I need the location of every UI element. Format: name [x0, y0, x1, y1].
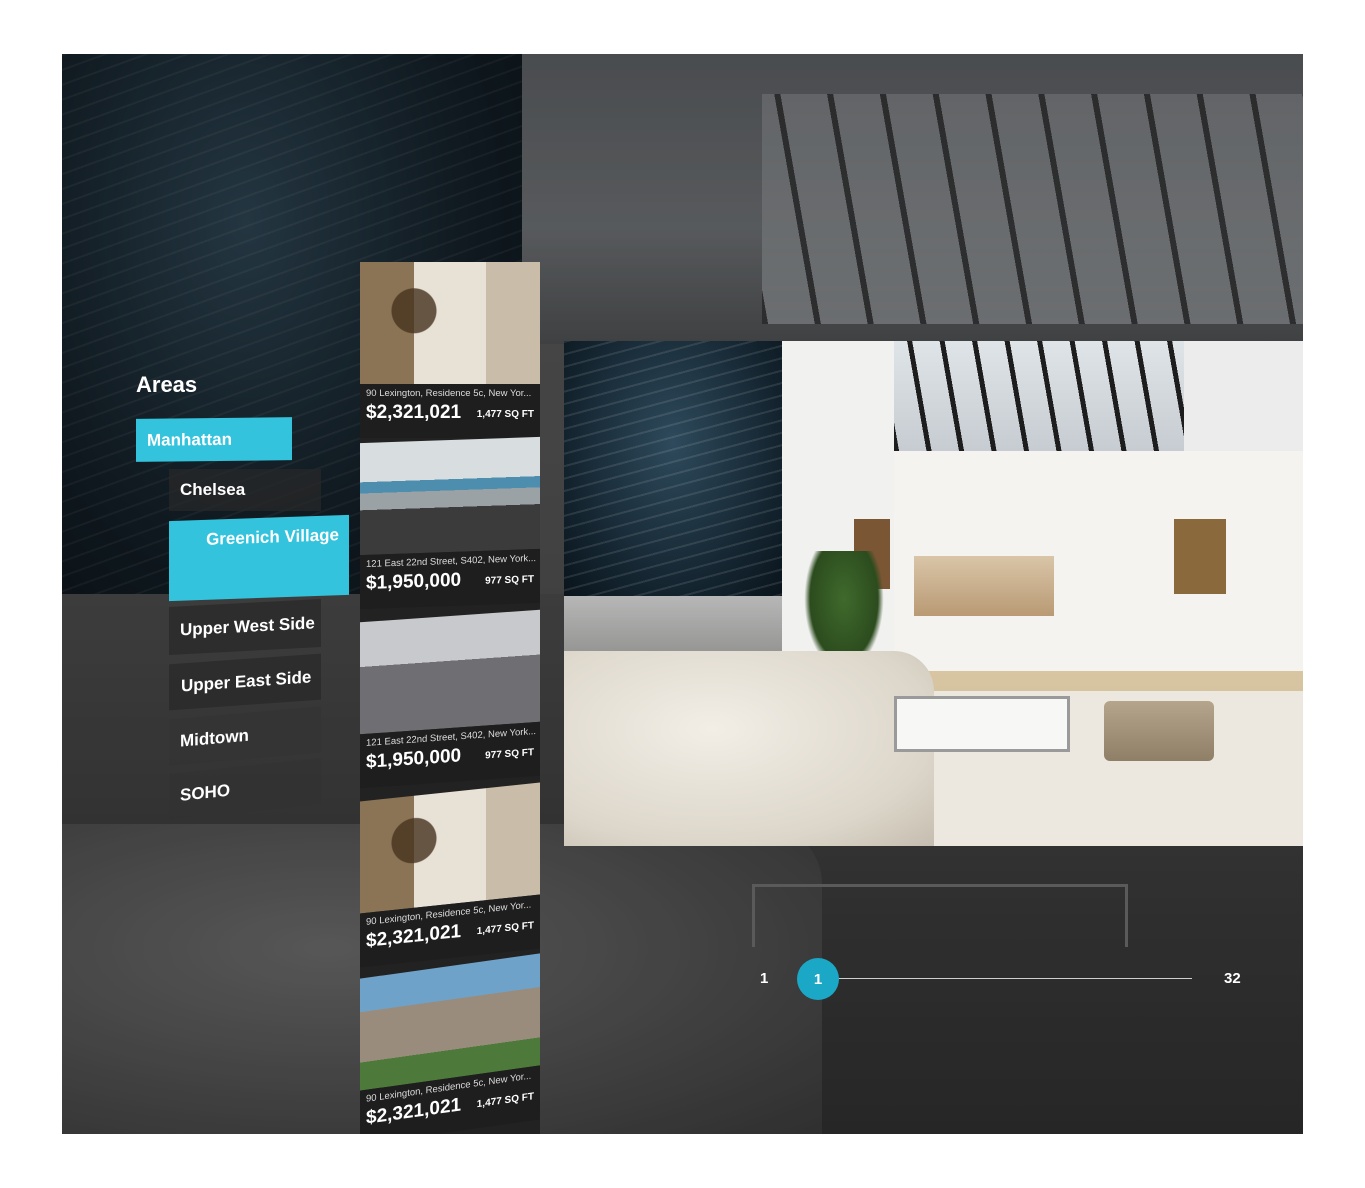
listing-photo [360, 782, 540, 914]
listing-card[interactable]: 90 Lexington, Residence 5c, New Yor... $… [360, 262, 540, 438]
listing-price: $2,321,021 [366, 402, 462, 423]
listing-address: 121 East 22nd Street, S402, New York... [366, 552, 537, 570]
pagination-current-label: 1 [813, 970, 823, 988]
area-item-label: Upper West Side [180, 613, 315, 640]
pagination-last[interactable]: 32 [1224, 970, 1241, 987]
listing-column[interactable]: 90 Lexington, Residence 5c, New Yor... $… [360, 262, 540, 1134]
listing-sqft: 977 SQ FT [485, 747, 534, 762]
area-item-upper-west-side[interactable]: Upper West Side [169, 599, 321, 655]
listing-photo [360, 262, 540, 384]
listing-price: $1,950,000 [366, 569, 462, 594]
hero-kitchen [914, 556, 1054, 616]
listing-sqft: 1,477 SQ FT [476, 1091, 534, 1111]
area-item-label: Chelsea [180, 480, 246, 499]
listing-photo [360, 609, 540, 735]
pagination-current-knob[interactable]: 1 [797, 958, 839, 1000]
listing-card[interactable]: 90 Lexington, Residence 5c, New Yor... $… [360, 782, 540, 968]
listing-card[interactable]: 121 East 22nd Street, S402, New York... … [360, 436, 540, 610]
area-item-label: Manhattan [147, 429, 232, 450]
hero-ocean-artwork [564, 341, 782, 596]
listing-sqft: 1,477 SQ FT [476, 409, 534, 420]
pagination-track[interactable] [820, 978, 1192, 979]
listing-info: 121 East 22nd Street, S402, New York... … [360, 548, 540, 610]
area-item-label: Greenich Village [206, 525, 339, 549]
listing-info: 90 Lexington, Residence 5c, New Yor... $… [360, 384, 540, 438]
listing-card[interactable]: 121 East 22nd Street, S402, New York... … [360, 609, 540, 789]
listing-sqft: 977 SQ FT [485, 574, 534, 587]
listing-address: 90 Lexington, Residence 5c, New Yor... [366, 388, 532, 399]
area-item-label: SOHO [180, 780, 231, 805]
area-item-greenich-village[interactable]: Greenich Village [169, 514, 349, 602]
listing-photo [360, 436, 540, 556]
hero-coffee-table [894, 696, 1070, 752]
hero-bench [1104, 701, 1214, 761]
listing-info: 121 East 22nd Street, S402, New York... … [360, 721, 540, 789]
listing-sqft: 1,477 SQ FT [476, 920, 534, 938]
hero-skylight [894, 341, 1184, 451]
area-item-label: Midtown [180, 725, 249, 751]
area-item-manhattan[interactable]: Manhattan [136, 417, 292, 462]
hero-painting [1174, 519, 1226, 594]
listing-card[interactable]: 90 Lexington, Residence 5c, New Yor... $… [360, 953, 540, 1134]
hero-sofa [564, 651, 934, 846]
listing-price: $1,950,000 [366, 745, 462, 773]
area-item-chelsea[interactable]: Chelsea [169, 469, 321, 511]
areas-title: Areas [136, 372, 198, 397]
hero-listing-photo[interactable] [564, 341, 1303, 846]
area-item-label: Upper East Side [181, 667, 312, 696]
pagination-first[interactable]: 1 [760, 970, 768, 987]
